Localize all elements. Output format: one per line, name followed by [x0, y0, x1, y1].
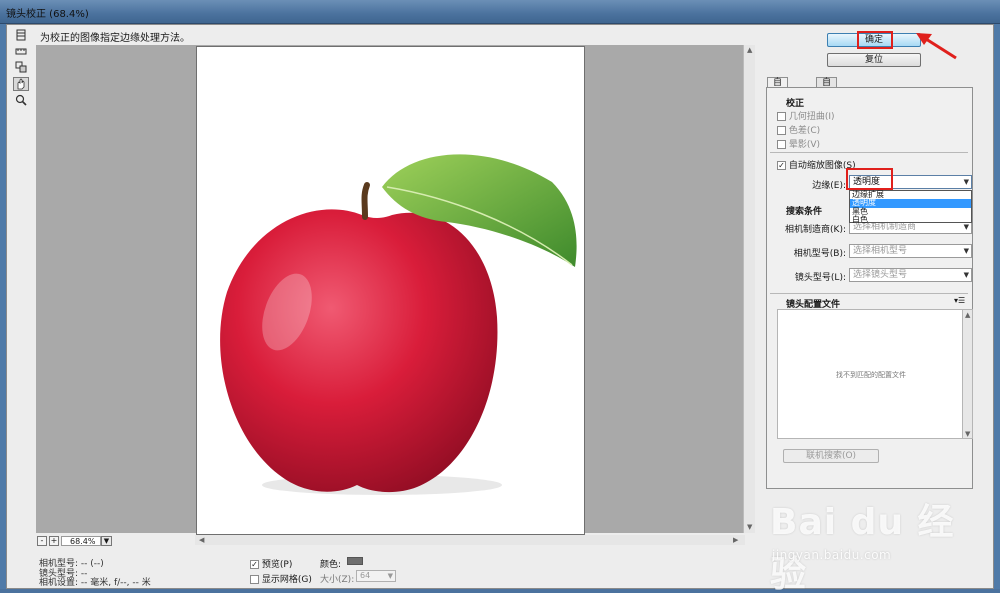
preview-checkbox[interactable]: ✓ 预览(P) — [250, 557, 292, 570]
zoom-icon[interactable] — [13, 93, 29, 107]
scroll-left-icon[interactable]: ◀ — [199, 536, 204, 544]
preview-check-icon[interactable]: ✓ — [250, 560, 259, 569]
divider — [770, 293, 968, 294]
baidu-watermark: Bai du 经验 jingyan.baidu.com — [760, 485, 990, 593]
color-label: 颜色: — [320, 560, 342, 570]
preview-label: 预览(P) — [261, 560, 293, 570]
search-section-title: 搜索条件 — [786, 207, 823, 217]
geometric-distortion-check-icon[interactable] — [777, 112, 786, 121]
watermark-brand: Bai du 经验 — [770, 502, 955, 593]
scroll-down-icon[interactable]: ▼ — [747, 523, 752, 531]
zoom-level-field[interactable]: 68.4% — [61, 536, 101, 546]
chromatic-aberration-label: 色差(C) — [788, 126, 821, 136]
vertical-scrollbar[interactable]: ▲ ▼ — [743, 45, 755, 533]
camera-make-label: 相机制造商(K): — [785, 225, 846, 235]
window-title: 镜头校正 (68.4%) — [6, 9, 89, 20]
scroll-right-icon[interactable]: ▶ — [733, 536, 738, 544]
panel-menu-icon[interactable]: ▾☰ — [954, 296, 965, 305]
profile-list[interactable]: 找不到匹配的配置文件 — [777, 309, 963, 439]
highlight-box-ok — [857, 31, 893, 49]
highlight-box-edge — [846, 168, 893, 190]
auto-scale-check-icon[interactable]: ✓ — [777, 161, 786, 170]
remove-distortion-icon[interactable] — [13, 28, 29, 42]
chevron-down-icon[interactable]: ▼ — [964, 269, 969, 281]
camera-model-select[interactable]: 选择相机型号 ▼ — [849, 244, 972, 258]
zoom-out-button[interactable]: - — [37, 536, 47, 546]
watermark-url: jingyan.baidu.com — [772, 548, 892, 562]
zoom-in-button[interactable]: + — [49, 536, 59, 546]
dropdown-item-selected[interactable]: 透明度 — [850, 199, 971, 208]
vignette-label: 晕影(V) — [788, 140, 821, 150]
profile-list-scrollbar[interactable]: ▲ ▼ — [963, 309, 973, 439]
camera-model-label: 相机型号(B): — [793, 249, 846, 259]
hint-text: 为校正的图像指定边缘处理方法。 — [40, 33, 190, 44]
size-value: 64 — [360, 571, 371, 580]
divider — [770, 152, 968, 153]
title-bar: 镜头校正 (68.4%) — [0, 0, 1000, 24]
edge-dropdown-list[interactable]: 边缘扩展 透明度 黑色 白色 — [849, 190, 972, 224]
info-camera-settings: 相机设置: -- 毫米, f/--, -- 米 — [39, 578, 151, 588]
image-preview — [196, 46, 585, 535]
move-grid-icon[interactable] — [13, 60, 29, 74]
horizontal-scrollbar[interactable]: ◀ ▶ — [195, 535, 745, 545]
vignette-option[interactable]: 晕影(V) — [777, 137, 820, 150]
straighten-icon[interactable] — [13, 44, 29, 58]
correction-section-title: 校正 — [786, 99, 805, 109]
chevron-down-icon[interactable]: ▼ — [964, 176, 969, 188]
camera-model-placeholder: 选择相机型号 — [853, 246, 908, 256]
lens-model-label: 镜头型号(L): — [794, 273, 846, 283]
online-search-button[interactable]: 联机搜索(O) — [783, 449, 879, 463]
chevron-down-icon[interactable]: ▼ — [964, 245, 969, 257]
zoom-control: - + 68.4% ▼ — [37, 536, 113, 547]
red-arrow-icon — [916, 33, 957, 60]
geometric-distortion-option[interactable]: 几何扭曲(I) — [777, 109, 835, 122]
size-dropdown-icon[interactable]: ▼ — [388, 571, 393, 581]
show-grid-check-icon[interactable] — [250, 575, 259, 584]
color-swatch[interactable] — [347, 557, 363, 565]
tool-strip — [8, 26, 32, 116]
apple-image — [220, 154, 577, 495]
reset-button[interactable]: 复位 — [827, 53, 921, 67]
vignette-check-icon[interactable] — [777, 140, 786, 149]
auto-scale-option[interactable]: ✓ 自动缩放图像(S) — [777, 158, 856, 171]
zoom-dropdown-icon[interactable]: ▼ — [101, 536, 112, 546]
lens-model-placeholder: 选择镜头型号 — [853, 270, 908, 280]
scroll-up-icon[interactable]: ▲ — [965, 311, 970, 319]
scroll-down-icon[interactable]: ▼ — [965, 430, 970, 438]
chromatic-aberration-option[interactable]: 色差(C) — [777, 123, 820, 136]
size-label: 大小(Z): — [320, 575, 355, 585]
edge-label: 边缘(E): — [812, 181, 846, 191]
chromatic-aberration-check-icon[interactable] — [777, 126, 786, 135]
lens-model-select[interactable]: 选择镜头型号 ▼ — [849, 268, 972, 282]
empty-profile-message: 找不到匹配的配置文件 — [836, 371, 906, 379]
show-grid-checkbox[interactable]: 显示网格(G) — [250, 572, 312, 585]
dropdown-item[interactable]: 白色 — [852, 216, 868, 224]
size-field[interactable]: 64 ▼ — [356, 570, 396, 582]
hand-icon[interactable] — [13, 77, 29, 91]
scroll-up-icon[interactable]: ▲ — [747, 46, 752, 54]
geometric-distortion-label: 几何扭曲(I) — [788, 112, 835, 122]
show-grid-label: 显示网格(G) — [261, 575, 312, 585]
